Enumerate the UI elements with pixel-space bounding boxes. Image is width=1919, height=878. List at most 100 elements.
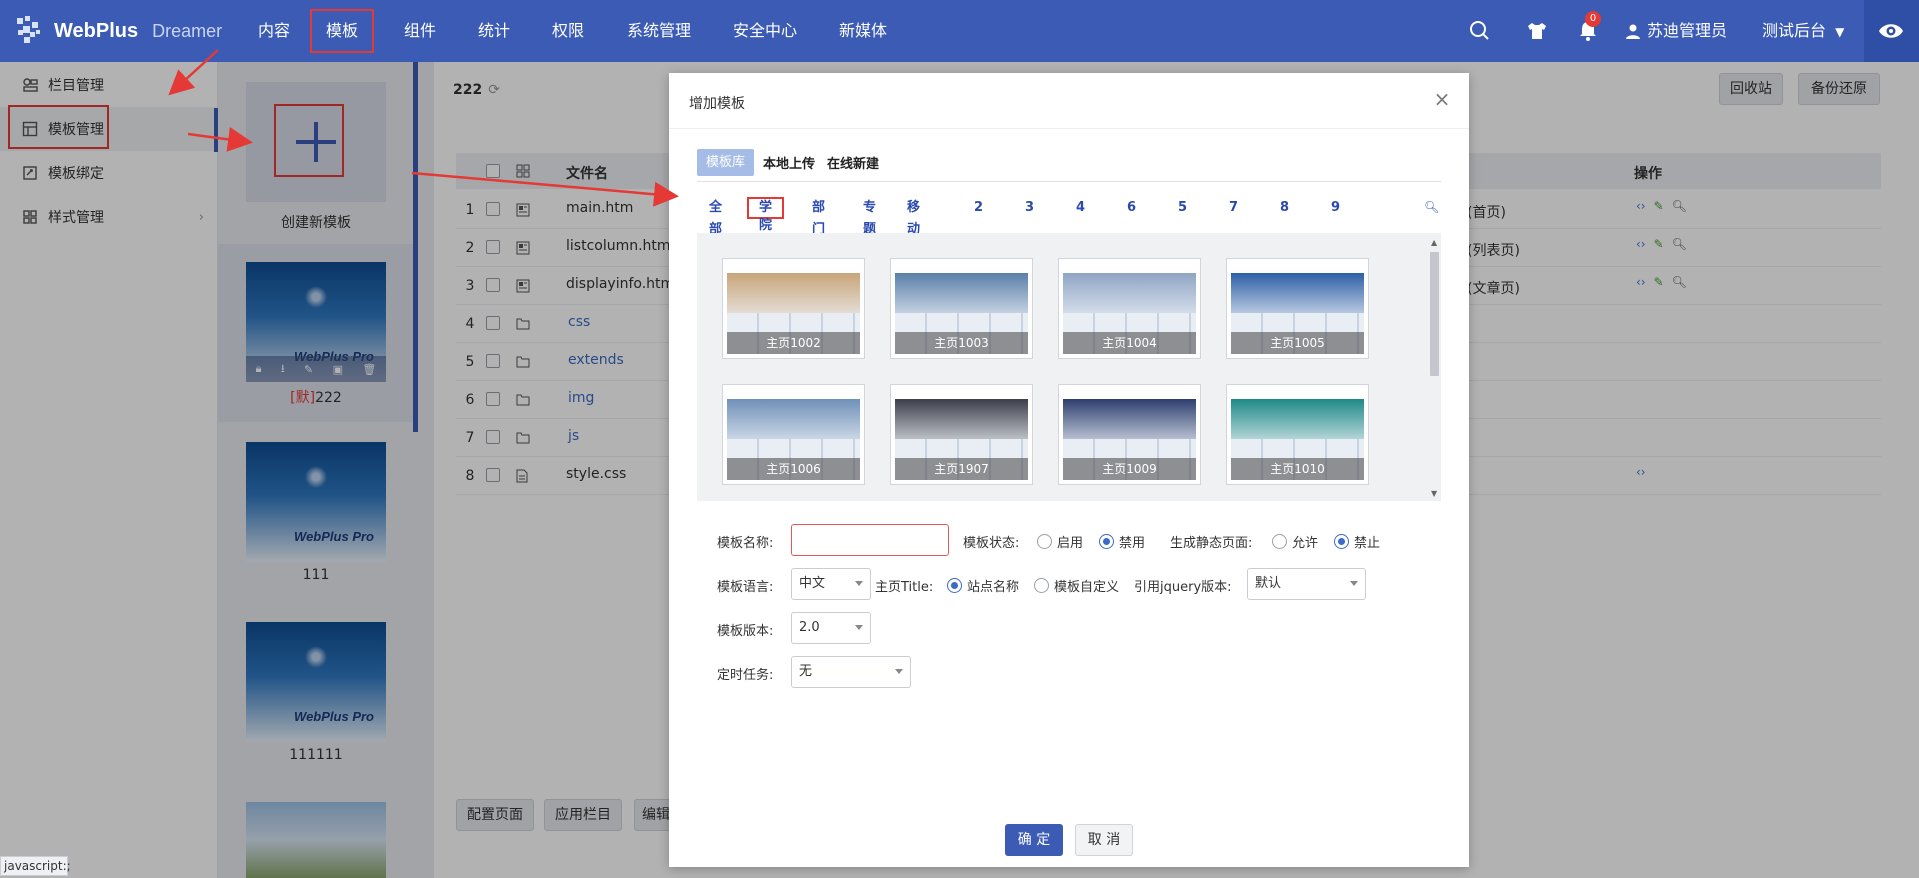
static-forbid-radio[interactable]: 禁止 — [1334, 532, 1380, 551]
top-navbar: WebPlus Dreamer 内容 模板 组件 统计 权限 系统管理 安全中心… — [0, 0, 1919, 62]
eye-icon — [1879, 24, 1903, 38]
select-value: 2.0 — [799, 620, 820, 635]
nav-content[interactable]: 内容 — [251, 0, 297, 62]
divider — [697, 181, 1441, 182]
radio-dot — [1272, 534, 1287, 549]
caret-down-icon — [855, 581, 863, 586]
category-department[interactable]: 部门 — [812, 197, 825, 237]
category-7[interactable]: 7 — [1229, 197, 1238, 219]
select-value: 无 — [799, 664, 813, 679]
nav-statistics[interactable]: 统计 — [471, 0, 517, 62]
template-preview-image: 主页1005 — [1231, 263, 1364, 354]
radio-dot — [1037, 534, 1052, 549]
status-bar-url: javascript:; — [0, 856, 71, 876]
radio-label: 站点名称 — [967, 580, 1020, 595]
template-caption: 主页1003 — [895, 332, 1028, 354]
nav-new-media[interactable]: 新媒体 — [833, 0, 893, 62]
radio-label: 启用 — [1057, 536, 1084, 551]
template-caption: 主页1006 — [727, 458, 860, 480]
template-card[interactable]: 主页1005 — [1226, 258, 1369, 359]
scheduled-task-select[interactable]: 无 — [791, 656, 911, 688]
category-5[interactable]: 5 — [1178, 197, 1187, 219]
jquery-version-label: 引用jquery版本: — [1134, 580, 1232, 595]
jquery-version-select[interactable]: 默认 — [1247, 568, 1366, 600]
template-preview-image: 主页1009 — [1063, 389, 1196, 480]
template-card[interactable]: 主页1003 — [890, 258, 1033, 359]
template-caption: 主页1907 — [895, 458, 1028, 480]
nav-permissions[interactable]: 权限 — [545, 0, 591, 62]
category-all[interactable]: 全部 — [709, 197, 722, 237]
nav-template[interactable]: 模板 — [310, 9, 374, 53]
shirt-icon[interactable] — [1524, 18, 1550, 44]
static-page-label: 生成静态页面: — [1170, 536, 1253, 551]
confirm-button[interactable]: 确 定 — [1005, 824, 1063, 856]
select-value: 默认 — [1255, 576, 1282, 591]
nav-components[interactable]: 组件 — [397, 0, 443, 62]
template-name-input[interactable] — [791, 524, 949, 556]
category-6[interactable]: 6 — [1127, 197, 1136, 219]
template-card[interactable]: 主页1002 — [722, 258, 865, 359]
title-custom-radio[interactable]: 模板自定义 — [1034, 576, 1119, 595]
gallery-scroll-thumb[interactable] — [1430, 252, 1439, 376]
logo[interactable]: WebPlus Dreamer — [14, 14, 222, 48]
close-icon[interactable]: × — [1433, 89, 1451, 109]
category-2[interactable]: 2 — [974, 197, 983, 219]
template-language-label: 模板语言: — [717, 580, 774, 595]
template-preview-image: 主页1006 — [727, 389, 860, 480]
category-mobile[interactable]: 移动端 — [907, 197, 920, 259]
tab-template-library[interactable]: 模板库 — [697, 149, 755, 176]
template-version-select[interactable]: 2.0 — [791, 612, 871, 644]
template-preview-image: 主页1002 — [727, 263, 860, 354]
tab-local-upload[interactable]: 本地上传 — [760, 153, 818, 172]
radio-dot — [947, 578, 962, 593]
template-card[interactable]: 主页1010 — [1226, 384, 1369, 485]
scroll-down-icon[interactable]: ▼ — [1431, 489, 1437, 498]
category-9[interactable]: 9 — [1331, 197, 1340, 219]
nav-security[interactable]: 安全中心 — [727, 0, 803, 62]
category-4[interactable]: 4 — [1076, 197, 1085, 219]
template-card[interactable]: 主页1006 — [722, 384, 865, 485]
template-caption: 主页1004 — [1063, 332, 1196, 354]
template-caption: 主页1005 — [1231, 332, 1364, 354]
template-status-label: 模板状态: — [963, 536, 1020, 551]
category-3[interactable]: 3 — [1025, 197, 1034, 219]
template-preview-image: 主页1003 — [895, 263, 1028, 354]
scroll-up-icon[interactable]: ▲ — [1431, 238, 1437, 247]
radio-dot — [1099, 534, 1114, 549]
home-title-label: 主页Title: — [875, 580, 934, 595]
radio-label: 允许 — [1292, 536, 1319, 551]
logo-icon — [17, 16, 40, 43]
template-preview-image: 主页1010 — [1231, 389, 1364, 480]
user-menu[interactable]: 苏迪管理员 — [1625, 0, 1727, 62]
caret-down-icon — [1350, 581, 1358, 586]
preview-button[interactable] — [1864, 0, 1919, 62]
status-enabled-radio[interactable]: 启用 — [1037, 532, 1083, 551]
category-topic[interactable]: 专题 — [863, 197, 876, 237]
template-card[interactable]: 主页1907 — [890, 384, 1033, 485]
logo-text: WebPlus — [54, 19, 139, 42]
template-card[interactable]: 主页1004 — [1058, 258, 1201, 359]
search-icon[interactable] — [1467, 18, 1493, 44]
caret-down-icon: ▼ — [1835, 25, 1845, 39]
category-college[interactable]: 学院 — [747, 197, 785, 233]
template-version-label: 模板版本: — [717, 624, 774, 639]
title-site-name-radio[interactable]: 站点名称 — [947, 576, 1019, 595]
site-switcher[interactable]: 测试后台 ▼ — [1762, 0, 1844, 62]
static-allow-radio[interactable]: 允许 — [1272, 532, 1318, 551]
category-8[interactable]: 8 — [1280, 197, 1289, 219]
nav-system[interactable]: 系统管理 — [621, 0, 697, 62]
user-name: 苏迪管理员 — [1647, 21, 1728, 40]
template-language-select[interactable]: 中文 — [791, 568, 871, 600]
radio-label: 禁止 — [1354, 536, 1381, 551]
cancel-button[interactable]: 取 消 — [1075, 824, 1133, 856]
radio-dot — [1034, 578, 1049, 593]
template-caption: 主页1002 — [727, 332, 860, 354]
tab-online-create[interactable]: 在线新建 — [824, 153, 882, 172]
search-icon[interactable]: 🔍︎ — [1424, 200, 1439, 214]
scheduled-task-label: 定时任务: — [717, 668, 774, 683]
template-card[interactable]: 主页1009 — [1058, 384, 1201, 485]
status-disabled-radio[interactable]: 禁用 — [1099, 532, 1145, 551]
caret-down-icon — [895, 669, 903, 674]
radio-label: 禁用 — [1119, 536, 1146, 551]
template-preview-image: 主页1907 — [895, 389, 1028, 480]
